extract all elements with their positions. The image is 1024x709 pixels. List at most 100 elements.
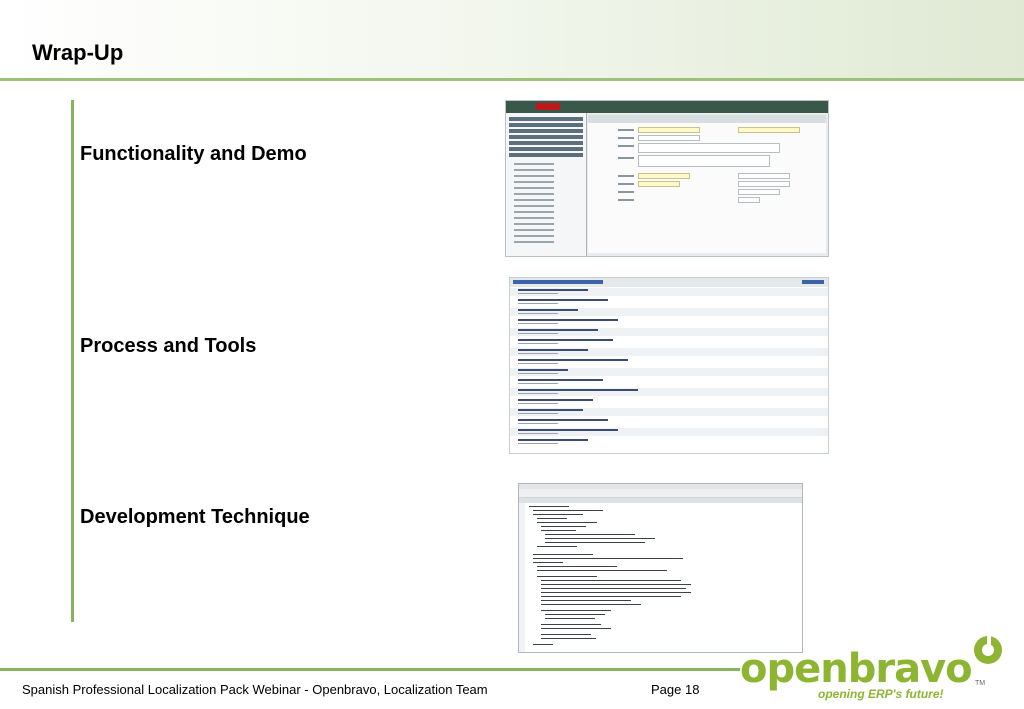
changeset-row bbox=[510, 368, 828, 376]
changeset-meta bbox=[518, 343, 558, 344]
app-form-area bbox=[588, 115, 826, 253]
code-line bbox=[529, 506, 569, 507]
openbravo-wordmark: openbravo bbox=[740, 646, 973, 692]
footer-text: Spanish Professional Localization Pack W… bbox=[22, 682, 488, 697]
code-line bbox=[541, 610, 611, 611]
tree-row bbox=[514, 205, 554, 207]
tree-row bbox=[514, 169, 554, 171]
changeset-text bbox=[518, 369, 568, 371]
changeset-text bbox=[518, 339, 613, 341]
tree-row bbox=[514, 235, 554, 237]
editor-toolbar bbox=[519, 489, 802, 498]
changeset-text bbox=[518, 389, 638, 391]
code-line bbox=[533, 644, 553, 645]
form-field bbox=[738, 181, 790, 187]
form-label bbox=[618, 129, 634, 131]
code-line bbox=[541, 588, 686, 589]
code-line bbox=[545, 618, 595, 619]
changeset-row bbox=[510, 408, 828, 416]
code-line bbox=[541, 604, 641, 605]
code-line bbox=[537, 570, 667, 571]
changeset-row bbox=[510, 338, 828, 346]
changeset-row bbox=[510, 358, 828, 366]
code-line bbox=[541, 624, 601, 625]
changeset-row bbox=[510, 378, 828, 386]
changeset-row bbox=[510, 388, 828, 396]
form-label bbox=[618, 137, 634, 139]
changeset-text bbox=[518, 399, 593, 401]
changeset-meta bbox=[518, 423, 558, 424]
repository-header bbox=[510, 278, 828, 287]
tree-row bbox=[514, 163, 554, 165]
changeset-text bbox=[518, 379, 603, 381]
app-screenshot bbox=[505, 100, 829, 257]
nav-row bbox=[509, 117, 583, 121]
changeset-text bbox=[518, 299, 608, 301]
code-line bbox=[541, 530, 576, 531]
code-line bbox=[533, 554, 593, 555]
nav-row bbox=[509, 141, 583, 145]
changeset-meta bbox=[518, 293, 558, 294]
section-functionality: Functionality and Demo bbox=[80, 143, 307, 165]
changeset-meta bbox=[518, 383, 558, 384]
form-label bbox=[618, 191, 634, 193]
changeset-row bbox=[510, 328, 828, 336]
code-line bbox=[533, 510, 603, 511]
code-line bbox=[537, 566, 617, 567]
openbravo-slogan: opening ERP's future! bbox=[818, 687, 944, 701]
form-field bbox=[738, 173, 790, 179]
code-line bbox=[541, 628, 611, 629]
repository-screenshot bbox=[509, 277, 829, 454]
changeset-meta bbox=[518, 403, 558, 404]
code-line bbox=[545, 534, 635, 535]
page-number: Page 18 bbox=[651, 682, 700, 697]
editor-tab-bar bbox=[519, 498, 802, 503]
changeset-meta bbox=[518, 353, 558, 354]
changeset-row bbox=[510, 428, 828, 436]
code-line bbox=[541, 596, 681, 597]
mercurial-link bbox=[802, 280, 824, 284]
app-header-bar bbox=[506, 101, 828, 113]
changeset-text bbox=[518, 429, 618, 431]
slide-title: Wrap-Up bbox=[32, 40, 124, 65]
nav-row bbox=[509, 147, 583, 151]
tree-row bbox=[514, 223, 554, 225]
changeset-text bbox=[518, 359, 628, 361]
form-field bbox=[638, 143, 780, 153]
form-label bbox=[618, 199, 634, 201]
changeset-row bbox=[510, 348, 828, 356]
changeset-meta bbox=[518, 413, 558, 414]
form-label bbox=[618, 175, 634, 177]
form-field bbox=[638, 127, 700, 133]
changeset-text bbox=[518, 289, 588, 291]
nav-row bbox=[509, 129, 583, 133]
changeset-text bbox=[518, 319, 618, 321]
changeset-meta bbox=[518, 393, 558, 394]
changeset-meta bbox=[518, 303, 558, 304]
form-label bbox=[618, 145, 634, 147]
form-field bbox=[638, 155, 770, 167]
code-line bbox=[533, 514, 583, 515]
changeset-text bbox=[518, 419, 608, 421]
vertical-divider bbox=[71, 100, 74, 622]
changeset-meta bbox=[518, 443, 558, 444]
changeset-text bbox=[518, 409, 583, 411]
changeset-meta bbox=[518, 333, 558, 334]
section-process: Process and Tools bbox=[80, 335, 257, 357]
code-line bbox=[537, 576, 597, 577]
tree-row bbox=[514, 229, 554, 231]
app-navigation-panel bbox=[506, 113, 587, 256]
changeset-text bbox=[518, 329, 598, 331]
changeset-meta bbox=[518, 313, 558, 314]
changeset-meta bbox=[518, 323, 558, 324]
tree-row bbox=[514, 175, 554, 177]
tree-row bbox=[514, 241, 554, 243]
nav-row bbox=[509, 123, 583, 127]
form-label bbox=[618, 157, 634, 159]
changeset-row bbox=[510, 308, 828, 316]
tree-row bbox=[514, 211, 554, 213]
changeset-text bbox=[518, 309, 578, 311]
section-development: Development Technique bbox=[80, 506, 310, 528]
code-editor-screenshot bbox=[518, 483, 803, 653]
changeset-text bbox=[518, 439, 588, 441]
